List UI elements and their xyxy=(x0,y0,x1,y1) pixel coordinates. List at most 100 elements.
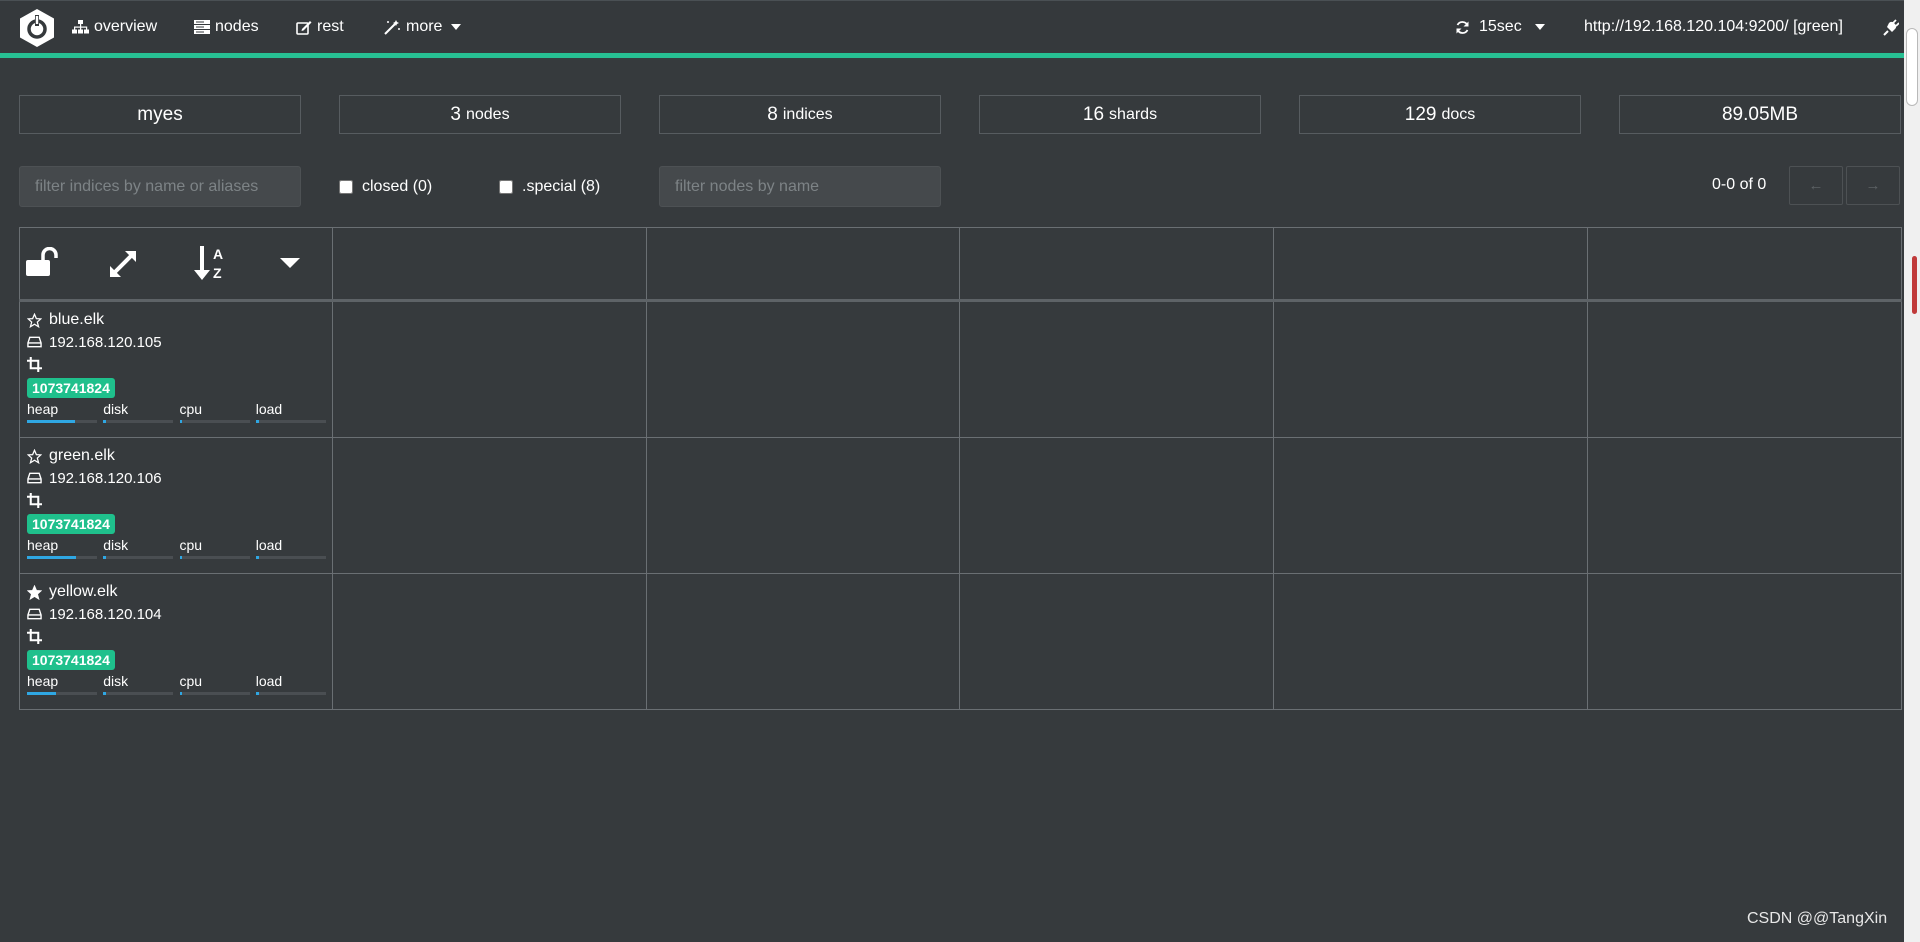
stat-indices: 8 indices xyxy=(659,95,941,134)
edit-icon xyxy=(296,20,312,35)
disk-metric: disk xyxy=(103,537,179,559)
top-navbar: overview nodes rest more 15sec http://19… xyxy=(0,0,1920,53)
node-roles-line xyxy=(27,489,332,511)
disk-metric: disk xyxy=(103,401,179,423)
expand-icon[interactable] xyxy=(108,249,138,279)
page-scrollbar[interactable] xyxy=(1904,0,1920,942)
arrow-left-icon: ← xyxy=(1808,177,1824,194)
nav-overview[interactable]: overview xyxy=(72,15,157,39)
disk-bar xyxy=(103,556,107,559)
cpu-label: cpu xyxy=(179,537,203,553)
cpu-metric: cpu xyxy=(179,537,256,559)
node-row-green: green.elk 192.168.120.106 1073741824 hea… xyxy=(27,445,332,559)
indices-unit: indices xyxy=(782,105,833,123)
load-bar xyxy=(255,556,259,559)
node-ip-line: 192.168.120.104 xyxy=(27,603,332,625)
crop-icon xyxy=(27,492,42,508)
node-name: green.elk xyxy=(49,447,115,464)
refresh-interval-dropdown[interactable]: 15sec xyxy=(1455,15,1545,39)
cpu-label: cpu xyxy=(179,401,203,417)
disk-label: disk xyxy=(103,537,129,553)
node-name-line: yellow.elk xyxy=(27,581,332,603)
disk-label: disk xyxy=(103,673,129,689)
star-filled-icon[interactable] xyxy=(27,584,42,600)
node-name-line: blue.elk xyxy=(27,309,332,331)
cluster-url-label: http://192.168.120.104:9200/ [green] xyxy=(1584,18,1843,35)
node-name: blue.elk xyxy=(49,311,105,328)
svg-text:Z: Z xyxy=(213,265,222,281)
heap-bar xyxy=(27,556,76,559)
heap-bar xyxy=(27,420,75,423)
load-label: load xyxy=(255,537,283,553)
load-metric: load xyxy=(255,537,332,559)
stat-docs: 129 docs xyxy=(1299,95,1581,134)
stat-cluster-name: myes xyxy=(19,95,301,134)
node-badge: 1073741824 xyxy=(27,378,115,398)
hdd-icon xyxy=(27,472,42,484)
caret-down-icon[interactable] xyxy=(279,257,301,269)
docs-count: 129 xyxy=(1404,103,1437,125)
cluster-url[interactable]: http://192.168.120.104:9200/ [green] xyxy=(1584,15,1843,39)
unlock-icon[interactable] xyxy=(25,247,59,277)
filter-indices-input[interactable] xyxy=(19,166,301,207)
sort-alpha-icon[interactable]: A Z xyxy=(194,244,228,282)
cluster-name: myes xyxy=(137,103,183,125)
node-metrics: heap disk cpu load xyxy=(27,673,332,695)
nav-overview-label: overview xyxy=(94,18,158,35)
heap-metric: heap xyxy=(27,401,103,423)
watermark: CSDN @@TangXin xyxy=(1747,910,1888,927)
special-checkbox[interactable] xyxy=(499,180,513,194)
hdd-icon xyxy=(27,608,42,620)
cpu-bar xyxy=(179,556,183,559)
hdd-icon xyxy=(27,336,42,348)
cpu-bar xyxy=(179,692,183,695)
cpu-metric: cpu xyxy=(179,401,256,423)
special-filter[interactable]: .special (8) xyxy=(499,176,600,198)
filter-nodes-input[interactable] xyxy=(659,166,941,207)
node-roles-line xyxy=(27,625,332,647)
navbar-status-line xyxy=(0,53,1904,58)
shard-allocation-grid: A Z blue.elk 192.168.120.105 1073741824 xyxy=(19,227,1902,710)
nav-more[interactable]: more xyxy=(384,15,462,39)
star-outline-icon[interactable] xyxy=(27,312,42,328)
node-badge: 1073741824 xyxy=(27,650,115,670)
cerebro-logo-icon[interactable] xyxy=(18,8,56,48)
node-row-blue: blue.elk 192.168.120.105 1073741824 heap… xyxy=(27,309,332,423)
node-row-yellow: yellow.elk 192.168.120.104 1073741824 he… xyxy=(27,581,332,695)
nav-more-label: more xyxy=(406,18,443,35)
cpu-metric: cpu xyxy=(179,673,256,695)
load-label: load xyxy=(255,401,283,417)
magic-wand-icon xyxy=(384,20,400,35)
closed-checkbox[interactable] xyxy=(339,180,353,194)
disk-bar xyxy=(103,420,107,423)
caret-down-icon xyxy=(451,24,462,30)
nav-rest-label: rest xyxy=(317,18,344,35)
disk-bar xyxy=(103,692,107,695)
heap-bar xyxy=(27,692,57,695)
shards-unit: shards xyxy=(1109,105,1158,123)
node-ip-line: 192.168.120.105 xyxy=(27,331,332,353)
node-roles-line xyxy=(27,353,332,375)
cluster-size: 89.05MB xyxy=(1721,103,1799,125)
nav-rest[interactable]: rest xyxy=(296,15,344,39)
star-outline-icon[interactable] xyxy=(27,448,42,464)
prev-page-button[interactable]: ← xyxy=(1789,166,1843,205)
plug-icon[interactable] xyxy=(1883,19,1899,36)
node-metrics: heap disk cpu load xyxy=(27,537,332,559)
heap-label: heap xyxy=(27,401,59,417)
stat-shards: 16 shards xyxy=(979,95,1261,134)
load-bar xyxy=(255,420,259,423)
load-metric: load xyxy=(255,401,332,423)
sitemap-icon xyxy=(72,20,89,34)
docs-unit: docs xyxy=(1441,105,1476,123)
server-icon xyxy=(194,20,210,34)
nav-nodes[interactable]: nodes xyxy=(194,15,259,39)
scrollbar-thumb[interactable] xyxy=(1906,28,1918,106)
closed-filter[interactable]: closed (0) xyxy=(339,176,432,198)
special-label: .special (8) xyxy=(522,178,601,195)
disk-metric: disk xyxy=(103,673,179,695)
node-ip: 192.168.120.106 xyxy=(49,469,162,487)
caret-down-icon xyxy=(1534,24,1545,30)
disk-label: disk xyxy=(103,401,129,417)
next-page-button[interactable]: → xyxy=(1846,166,1900,205)
